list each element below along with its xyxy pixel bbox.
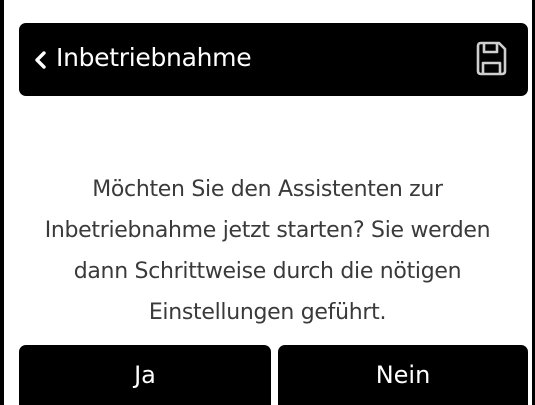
- dialog-screen: Inbetriebnahme Möchten Sie den Assistent…: [0, 0, 535, 405]
- header-bar: Inbetriebnahme: [19, 23, 528, 96]
- no-button[interactable]: Nein: [278, 345, 528, 405]
- yes-button[interactable]: Ja: [19, 345, 271, 405]
- floppy-disk-icon[interactable]: [474, 41, 508, 77]
- frame-edge-left: [0, 0, 4, 405]
- page-title[interactable]: Inbetriebnahme: [56, 42, 252, 74]
- chevron-left-icon[interactable]: [33, 51, 49, 69]
- dialog-message: Möchten Sie den Assistenten zur Inbetrie…: [44, 177, 491, 325]
